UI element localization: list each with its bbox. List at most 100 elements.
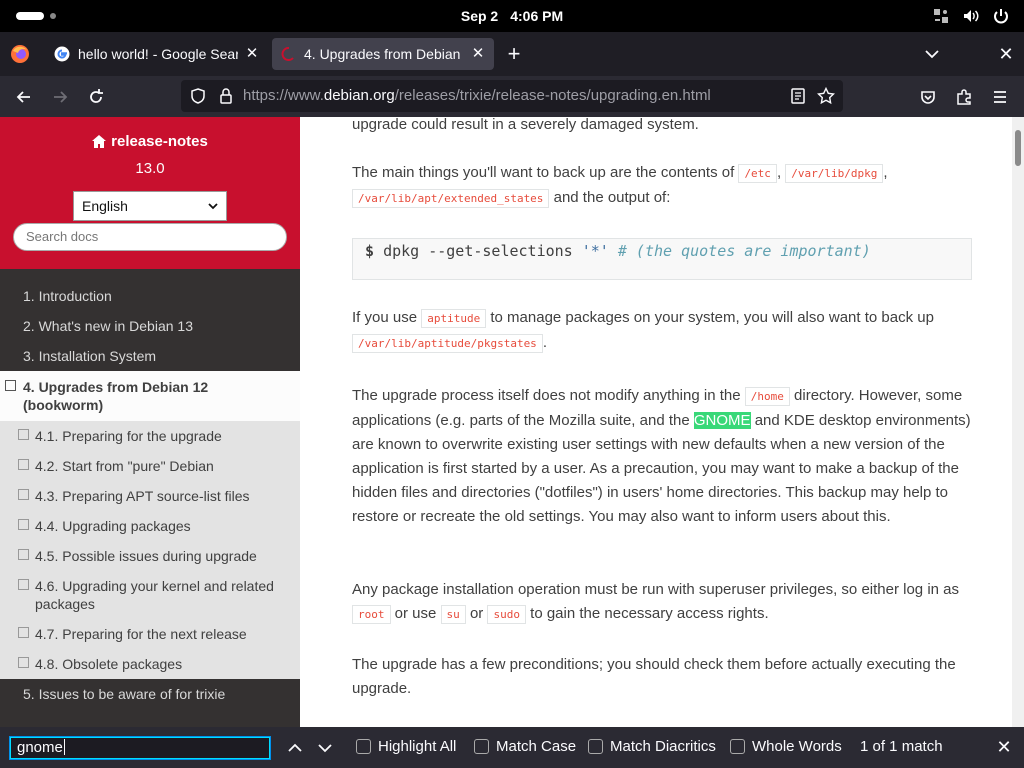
firefox-menu-icon[interactable] <box>10 44 30 64</box>
project-link[interactable]: release-notes <box>0 133 300 150</box>
expand-icon[interactable] <box>18 657 29 668</box>
paragraph-backup-contents: The main things you'll want to back up a… <box>352 164 888 208</box>
page-scrollbar-thumb[interactable] <box>1015 130 1021 166</box>
expand-icon[interactable] <box>18 459 29 470</box>
toc-subitem-label: 4.7. Preparing for the next release <box>35 626 247 642</box>
text-run: Any package installation operation must … <box>352 581 960 598</box>
text-run: and the output of: <box>553 189 671 206</box>
checkbox-box[interactable] <box>730 739 745 754</box>
toc-subitem-4-3[interactable]: 4.3. Preparing APT source-list files <box>0 481 300 511</box>
extensions-button[interactable] <box>952 85 976 109</box>
toc-subitem-4-6[interactable]: 4.6. Upgrading your kernel and related p… <box>0 571 300 619</box>
power-icon <box>994 9 1008 24</box>
expand-icon[interactable] <box>18 489 29 500</box>
reload-icon <box>90 89 103 103</box>
lock-icon[interactable] <box>217 87 235 105</box>
toc-item-whats-new[interactable]: 2. What's new in Debian 13 <box>0 311 300 341</box>
close-window-button[interactable]: ✕ <box>996 44 1016 64</box>
collapse-icon[interactable] <box>5 380 16 391</box>
find-input[interactable]: gnome <box>9 736 271 760</box>
tab-google-search[interactable]: hello world! - Google Search ✕ <box>46 38 268 70</box>
docs-sidebar: release-notes 13.0 English Search docs 1… <box>0 117 300 727</box>
clock[interactable]: Sep 2 4:06 PM <box>0 0 1024 32</box>
tab-release-notes[interactable]: 4. Upgrades from Debian 12 (bookworm) ✕ <box>272 38 494 70</box>
find-previous-icon[interactable] <box>286 739 304 757</box>
language-selected: English <box>82 198 128 214</box>
code-aptitude: aptitude <box>421 309 487 328</box>
toc-subitem-4-7[interactable]: 4.7. Preparing for the next release <box>0 619 300 649</box>
toc-item-issues-trixie[interactable]: 5. Issues to be aware of for trixie <box>0 679 300 709</box>
tracking-protection-shield-icon[interactable] <box>189 87 207 105</box>
toc-subitem-4-2[interactable]: 4.2. Start from "pure" Debian <box>0 451 300 481</box>
version-label: 13.0 <box>135 160 165 177</box>
code-root: root <box>352 605 391 624</box>
list-all-tabs-icon[interactable] <box>922 46 942 62</box>
expand-icon[interactable] <box>18 519 29 530</box>
paragraph-preconditions: The upgrade has a few preconditions; you… <box>352 656 956 697</box>
address-bar[interactable]: https://www.debian.org/releases/trixie/r… <box>181 80 843 112</box>
code-sudo: sudo <box>487 605 526 624</box>
close-find-bar-icon[interactable]: ✕ <box>996 738 1012 756</box>
app-menu-button[interactable] <box>988 85 1012 109</box>
checkbox-label: Highlight All <box>378 738 457 755</box>
toc-subitem-4-5[interactable]: 4.5. Possible issues during upgrade <box>0 541 300 571</box>
toc-subsections: 4.1. Preparing for the upgrade 4.2. Star… <box>0 421 300 679</box>
paragraph-home-directory: The upgrade process itself does not modi… <box>352 384 972 529</box>
url-host: debian.org <box>323 87 395 104</box>
find-highlight-gnome: GNOME <box>693 412 751 429</box>
checkbox-box[interactable] <box>356 739 371 754</box>
bookmark-star-icon[interactable] <box>817 87 835 105</box>
find-in-page-bar: gnome Highlight All Match Case Match Dia… <box>0 727 1024 768</box>
search-docs-input[interactable]: Search docs <box>13 223 287 251</box>
document-content: upgrade could result in a severely damag… <box>300 117 1012 727</box>
reload-button[interactable] <box>84 85 108 109</box>
match-diacritics-checkbox[interactable]: Match Diacritics <box>588 738 716 755</box>
accessibility-icon <box>934 9 948 23</box>
toc-subitem-label: 4.5. Possible issues during upgrade <box>35 548 257 564</box>
command-text: dpkg --get-selections <box>383 242 573 260</box>
toc-subitem-4-8[interactable]: 4.8. Obsolete packages <box>0 649 300 679</box>
checkbox-box[interactable] <box>588 739 603 754</box>
home-icon <box>92 135 107 148</box>
tab-title: hello world! - Google Search <box>78 46 238 62</box>
shell-prompt: $ <box>365 242 375 260</box>
url-path: /releases/trixie/release-notes/upgrading… <box>394 87 711 104</box>
close-tab-icon[interactable]: ✕ <box>470 46 486 62</box>
new-tab-button[interactable]: + <box>502 43 526 66</box>
find-query: gnome <box>17 739 63 756</box>
expand-icon[interactable] <box>18 579 29 590</box>
whole-words-checkbox[interactable]: Whole Words <box>730 738 842 755</box>
checkbox-label: Match Case <box>496 738 577 755</box>
find-result-count: 1 of 1 match <box>860 738 943 755</box>
language-select[interactable]: English <box>73 191 227 221</box>
close-tab-icon[interactable]: ✕ <box>244 46 260 62</box>
checkbox-box[interactable] <box>474 739 489 754</box>
text-run: to gain the necessary access rights. <box>530 605 769 622</box>
match-case-checkbox[interactable]: Match Case <box>474 738 576 755</box>
toc-subitem-4-1[interactable]: 4.1. Preparing for the upgrade <box>0 421 300 451</box>
expand-icon[interactable] <box>18 429 29 440</box>
toc-subitem-label: 4.2. Start from "pure" Debian <box>35 458 214 474</box>
expand-icon[interactable] <box>18 549 29 560</box>
find-next-icon[interactable] <box>316 739 334 757</box>
code-extended-states: /var/lib/apt/extended_states <box>352 189 550 208</box>
forward-button[interactable] <box>48 85 72 109</box>
toc-item-installation[interactable]: 3. Installation System <box>0 341 300 371</box>
page-scrollbar[interactable] <box>1012 117 1024 727</box>
reader-view-icon[interactable] <box>789 87 807 105</box>
url-text: https://www.debian.org/releases/trixie/r… <box>243 80 711 112</box>
toc-item-upgrades-current[interactable]: 4. Upgrades from Debian 12 (bookworm) <box>0 371 300 421</box>
system-tray[interactable] <box>932 7 1010 25</box>
back-button[interactable] <box>12 85 36 109</box>
chevron-down-icon <box>208 203 218 210</box>
text-run: If you use <box>352 309 418 326</box>
toc-subitem-label: 4.4. Upgrading packages <box>35 518 191 534</box>
toc-item-introduction[interactable]: 1. Introduction <box>0 281 300 311</box>
command-arg: '*' <box>581 242 609 260</box>
highlight-all-checkbox[interactable]: Highlight All <box>356 738 456 755</box>
expand-icon[interactable] <box>18 627 29 638</box>
sidebar-header: release-notes 13.0 English Search docs <box>0 117 300 269</box>
text-run: to manage packages on your system, you w… <box>490 309 934 326</box>
pocket-button[interactable] <box>916 85 940 109</box>
toc-subitem-4-4[interactable]: 4.4. Upgrading packages <box>0 511 300 541</box>
